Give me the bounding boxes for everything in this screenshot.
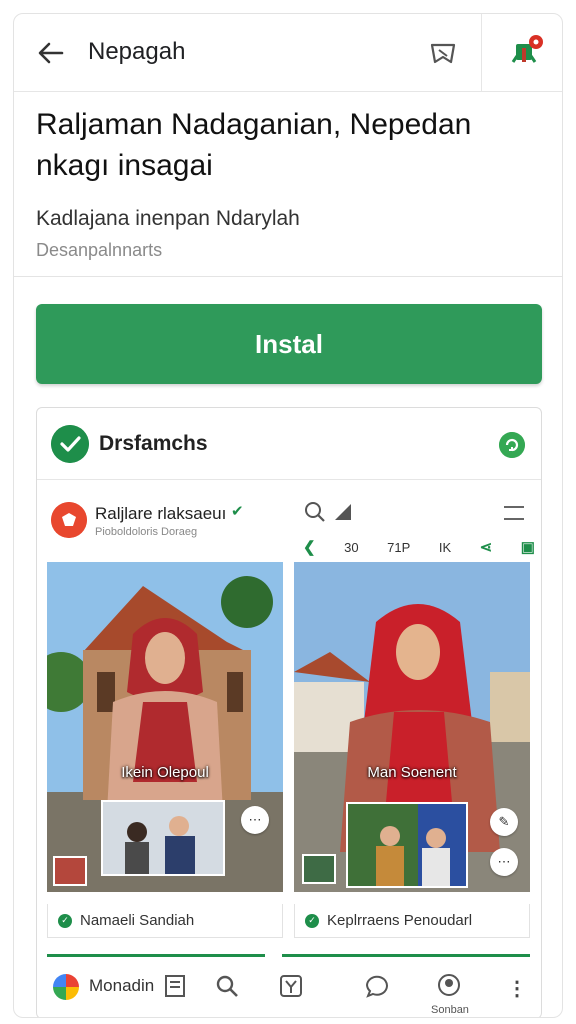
install-button[interactable]: Instal: [36, 304, 542, 384]
inset-video-1[interactable]: [101, 800, 225, 876]
post-count-3: IK: [438, 539, 452, 555]
profile-icon[interactable]: [435, 972, 463, 1000]
section-divider: [14, 276, 562, 277]
post-footer-label-2: Keplrraens Penoudarl: [327, 912, 473, 929]
more-vert-icon[interactable]: ⋮: [507, 976, 527, 1001]
app-title: Raljaman Nadaganian, Nepedan nkagı insag…: [36, 108, 472, 182]
app-frame: Nepagah Raljaman Nadaganian, Nepedan nka…: [13, 13, 563, 1018]
search-icon[interactable]: [303, 500, 327, 524]
more-button-2[interactable]: ⋯: [490, 848, 518, 876]
post-author[interactable]: Raljlare rlaksaeuı: [95, 504, 226, 524]
video-thumbnail: [348, 804, 466, 886]
avatar-thumb-1[interactable]: [53, 856, 87, 886]
bookmark-icon[interactable]: [426, 36, 460, 70]
developer-name[interactable]: Kadlajana inenpan Ndarylah: [36, 207, 300, 231]
post-header: Raljlare rlaksaeuı ✔ Pioboldoloris Dorae…: [37, 496, 541, 560]
check-icon: [51, 425, 89, 463]
post-footer-2: ✓ Keplrraens Penoudarl: [294, 904, 530, 938]
post-image-1[interactable]: Ikein Olepoul ⋯: [47, 562, 283, 892]
inset-video-2[interactable]: [346, 802, 468, 888]
page-title: Nepagah: [88, 38, 186, 65]
post-handle: Pioboldoloris Doraeg: [95, 526, 198, 538]
back-arrow-icon[interactable]: [34, 36, 68, 70]
post-caption-2: Man Soenent: [367, 764, 457, 781]
card-title: Drsfamchs: [99, 432, 208, 455]
post-footer-1: ✓ Namaeli Sandiah: [47, 904, 283, 938]
post-caption-1: Ikein Olepoul: [121, 764, 209, 781]
camera-icon[interactable]: ▣: [521, 538, 535, 556]
profile-avatar-icon[interactable]: [51, 502, 87, 538]
post-action-row: ❮ 30 71P IK ⋖ ▣: [303, 536, 535, 558]
news-icon[interactable]: [277, 972, 305, 1000]
chat-icon[interactable]: [363, 972, 391, 1000]
post-footer-label-1: Namaeli Sandiah: [80, 912, 195, 929]
video-thumbnail: [103, 802, 223, 874]
menu-icon[interactable]: [503, 504, 525, 522]
edit-button-2[interactable]: ✎: [490, 808, 518, 836]
bottom-nav-label[interactable]: Monadin: [89, 976, 154, 996]
post-count-2: 71P: [387, 539, 411, 555]
top-bar: Nepagah: [14, 14, 562, 92]
check-badge-icon: ✓: [58, 913, 72, 928]
signal-icon: [335, 504, 351, 520]
flag-icon[interactable]: [503, 32, 547, 72]
screenshot-card: Drsfamchs Raljlare rlaksaeuı ✔ Pioboldol…: [36, 407, 542, 1017]
app-subtitle: Desanpalnnarts: [36, 240, 163, 260]
share-icon[interactable]: ⋖: [480, 538, 493, 556]
bottom-nav: Monadin Sonban ⋮: [37, 958, 541, 1017]
post-count-1: 30: [344, 539, 359, 555]
search-icon[interactable]: [213, 972, 241, 1000]
more-button-1[interactable]: ⋯: [241, 806, 269, 834]
progress-line-1: [47, 954, 265, 957]
progress-line-2: [282, 954, 530, 957]
card-header: Drsfamchs: [37, 408, 541, 480]
google-icon[interactable]: [53, 974, 79, 1000]
verified-icon: ✔: [231, 503, 244, 520]
profile-label: Sonban: [431, 1004, 469, 1016]
avatar-thumb-2[interactable]: [302, 854, 336, 884]
back-chevron-icon[interactable]: ❮: [303, 538, 316, 556]
check-badge-icon: ✓: [305, 913, 319, 928]
post-image-2[interactable]: Man Soenent ✎ ⋯: [294, 562, 530, 892]
sync-icon[interactable]: [499, 432, 525, 458]
topbar-divider: [481, 14, 482, 92]
library-icon[interactable]: [161, 972, 189, 1000]
